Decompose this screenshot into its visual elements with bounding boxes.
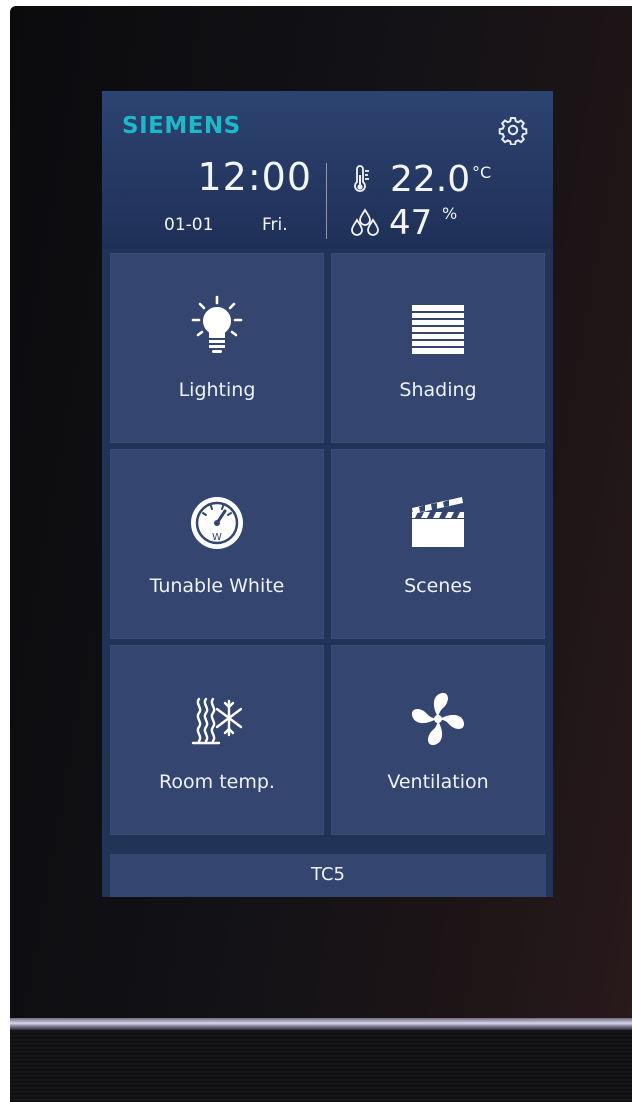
temperature-unit: °C [472, 163, 492, 182]
tile-ventilation[interactable]: Ventilation [331, 645, 545, 835]
light-bulb-icon [191, 295, 243, 353]
heat-snowflake-icon [191, 697, 243, 745]
humidity-icon [351, 208, 379, 236]
temperature-value: 22.0 [390, 159, 471, 200]
tile-label: Tunable White [149, 575, 285, 597]
clock-time: 12:00 [197, 155, 312, 199]
device-light-strip [10, 1018, 632, 1030]
tile-lighting[interactable]: Lighting [110, 253, 324, 443]
humidity-unit: % [442, 204, 458, 223]
tile-label: Lighting [178, 379, 256, 401]
tile-label: Ventilation [387, 771, 489, 793]
clock-date: 01-01 [164, 215, 214, 235]
gauge-icon: W [191, 497, 243, 549]
tile-label: Shading [399, 379, 477, 401]
tile-shading[interactable]: Shading [331, 253, 545, 443]
clapperboard-icon [412, 497, 464, 547]
tile-label: Scenes [404, 575, 472, 597]
clock-weekday: Fri. [262, 215, 288, 235]
footer-label: TC5 [311, 864, 345, 885]
tile-room-temp[interactable]: Room temp. [110, 645, 324, 835]
blinds-icon [412, 305, 464, 354]
touch-screen: SIEMENS 12:00 01-01 Fri. 22.0 °C 47 % Li… [102, 91, 553, 897]
status-header: SIEMENS 12:00 01-01 Fri. 22.0 °C 47 % [102, 91, 553, 249]
fan-icon [411, 692, 465, 746]
tile-label: Room temp. [159, 771, 275, 793]
thermometer-icon [354, 165, 369, 192]
tile-scenes[interactable]: Scenes [331, 449, 545, 639]
gear-icon[interactable] [498, 115, 528, 145]
svg-text:W: W [212, 532, 222, 543]
humidity-value: 47 [389, 203, 433, 243]
device-base [10, 1030, 632, 1102]
header-divider [326, 163, 327, 239]
tile-tunable-white[interactable]: W Tunable White [110, 449, 324, 639]
footer-bar[interactable]: TC5 [110, 854, 546, 897]
brand-logo: SIEMENS [122, 113, 241, 139]
